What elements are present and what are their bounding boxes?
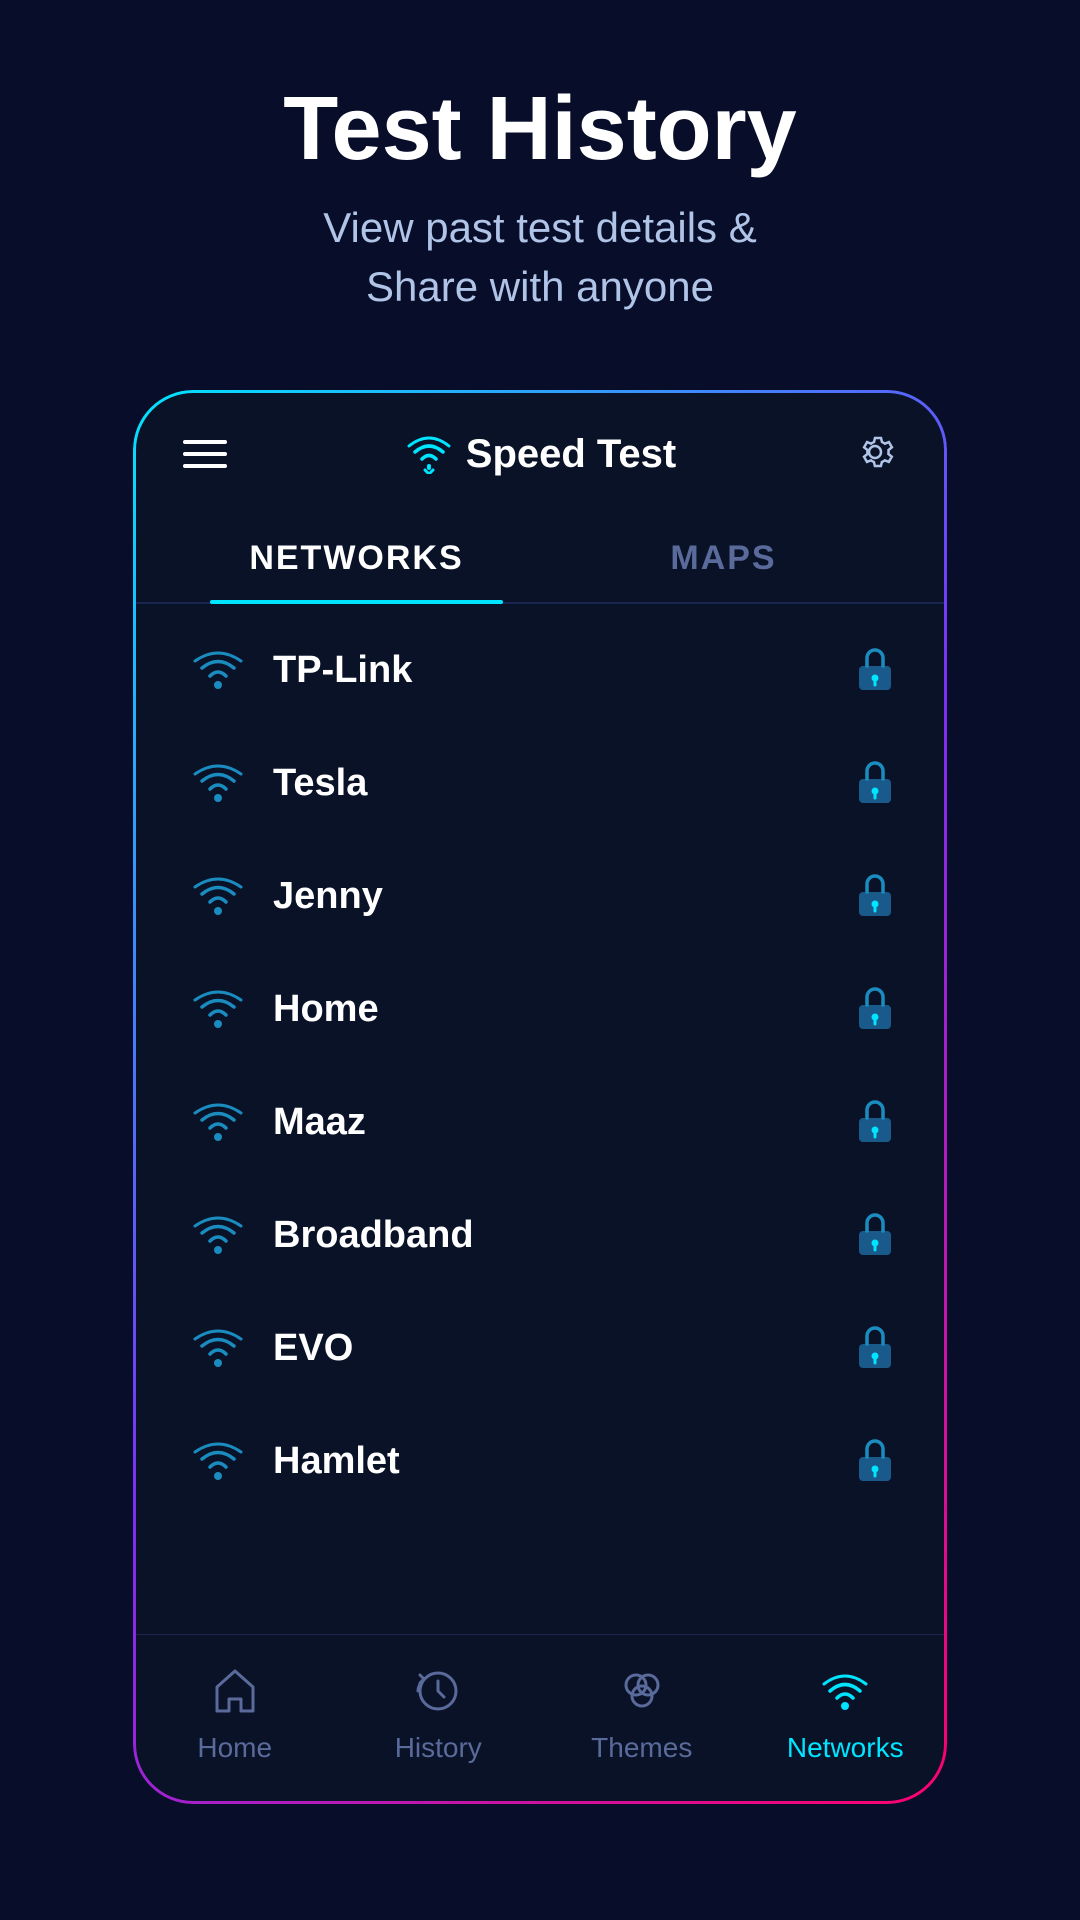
network-item[interactable]: Maaz — [133, 1066, 947, 1179]
hamburger-button[interactable] — [183, 440, 227, 468]
lock-icon — [853, 642, 897, 699]
page-title: Test History — [40, 80, 1040, 179]
wifi-signal-icon — [183, 986, 253, 1032]
nav-label-history: History — [395, 1732, 482, 1764]
network-name: Home — [253, 988, 853, 1031]
network-item[interactable]: EVO — [133, 1292, 947, 1405]
wifi-signal-icon — [183, 1212, 253, 1258]
nav-item-themes[interactable]: Themes — [540, 1655, 744, 1774]
lock-icon — [853, 1094, 897, 1151]
app-name: Speed Test — [466, 432, 676, 477]
lock-icon — [853, 1320, 897, 1377]
network-name: Maaz — [253, 1101, 853, 1144]
wifi-signal-icon — [183, 1099, 253, 1145]
lock-icon — [853, 1207, 897, 1264]
wifi-signal-icon — [183, 647, 253, 693]
network-item[interactable]: TP-Link — [133, 614, 947, 727]
network-name: Hamlet — [253, 1440, 853, 1483]
network-item[interactable]: Jenny — [133, 840, 947, 953]
wifi-signal-icon — [183, 873, 253, 919]
network-item[interactable]: Tesla — [133, 727, 947, 840]
nav-item-home[interactable]: Home — [133, 1655, 337, 1774]
network-name: Broadband — [253, 1214, 853, 1257]
network-list: TP-Link Tesla — [133, 604, 947, 1634]
header-section: Test History View past test details &Sha… — [0, 0, 1080, 357]
phone-inner: Speed Test NETWORKS MAPS — [133, 390, 947, 1804]
nav-item-history[interactable]: History — [337, 1655, 541, 1774]
nav-label-themes: Themes — [591, 1732, 692, 1764]
nav-item-networks[interactable]: Networks — [744, 1655, 948, 1774]
network-item[interactable]: Broadband — [133, 1179, 947, 1292]
networks-icon — [819, 1665, 871, 1722]
app-wifi-icon — [404, 434, 454, 474]
app-logo: Speed Test — [404, 432, 676, 477]
bottom-nav: Home History — [133, 1634, 947, 1804]
lock-icon — [853, 981, 897, 1038]
wifi-signal-icon — [183, 1438, 253, 1484]
phone-mockup: Speed Test NETWORKS MAPS — [130, 387, 950, 1807]
network-item[interactable]: Home — [133, 953, 947, 1066]
network-name: Jenny — [253, 875, 853, 918]
tab-maps[interactable]: MAPS — [540, 519, 907, 602]
lock-icon — [853, 868, 897, 925]
network-name: Tesla — [253, 762, 853, 805]
settings-button[interactable] — [853, 430, 897, 479]
wifi-signal-icon — [183, 1325, 253, 1371]
history-icon — [412, 1665, 464, 1722]
tabs-row: NETWORKS MAPS — [133, 499, 947, 604]
home-icon — [209, 1665, 261, 1722]
nav-label-home: Home — [197, 1732, 272, 1764]
wifi-signal-icon — [183, 760, 253, 806]
themes-icon — [616, 1665, 668, 1722]
page-subtitle: View past test details &Share with anyon… — [40, 199, 1040, 317]
nav-label-networks: Networks — [787, 1732, 904, 1764]
lock-icon — [853, 1433, 897, 1490]
network-item[interactable]: Hamlet — [133, 1405, 947, 1518]
network-name: TP-Link — [253, 649, 853, 692]
lock-icon — [853, 755, 897, 812]
top-bar: Speed Test — [133, 390, 947, 499]
network-name: EVO — [253, 1327, 853, 1370]
tab-networks[interactable]: NETWORKS — [173, 519, 540, 602]
